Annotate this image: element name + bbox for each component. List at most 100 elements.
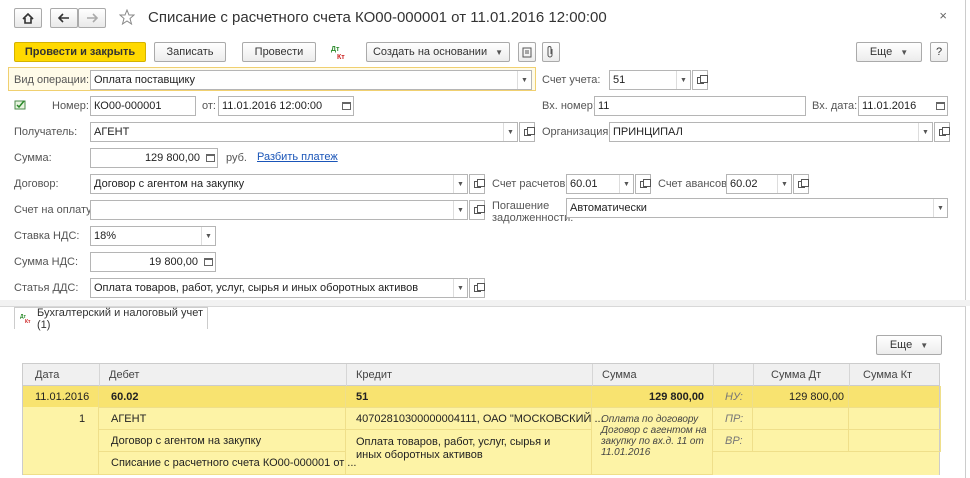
- split-payment-link[interactable]: Разбить платеж: [257, 151, 338, 163]
- account-label: Счет учета:: [542, 74, 601, 86]
- table-header: Дата Дебет Кредит Сумма Сумма Дт Сумма К…: [23, 364, 939, 386]
- operation-select[interactable]: Оплата поставщику ▼: [90, 70, 532, 90]
- dt-kt-report-button[interactable]: Дт Кт: [330, 43, 348, 61]
- contract-value: Договор с агентом на закупку: [94, 178, 245, 190]
- invoice-select[interactable]: ▼: [90, 200, 468, 220]
- tab-accounting[interactable]: Дт Кт Бухгалтерский и налоговый учет (1): [14, 306, 208, 331]
- row-content: Оплата по договору Договор с агентом на …: [601, 414, 707, 458]
- chevron-down-icon: ▼: [918, 123, 932, 141]
- postings-table: Дата Дебет Кредит Сумма Сумма Дт Сумма К…: [22, 363, 941, 475]
- row-credit-subconto-2: Оплата товаров, работ, услуг, сырья и ин…: [356, 436, 551, 461]
- from-label: от:: [202, 100, 216, 112]
- row-date: 11.01.2016: [35, 391, 90, 403]
- open-contract-icon[interactable]: [469, 174, 485, 194]
- open-dds-icon[interactable]: [469, 278, 485, 298]
- print-button[interactable]: [518, 42, 536, 62]
- chevron-down-icon: ▼: [619, 175, 633, 193]
- attach-button[interactable]: [542, 42, 560, 62]
- document-form: Списание с расчетного счета КО00-000001 …: [0, 0, 966, 300]
- row-pr-label: ПР:: [725, 413, 744, 425]
- col-credit: Кредит: [356, 369, 393, 381]
- open-advance-account-icon[interactable]: [793, 174, 809, 194]
- chevron-down-icon: ▼: [900, 47, 909, 57]
- chevron-down-icon: ▼: [517, 71, 531, 89]
- calendar-icon[interactable]: [339, 97, 353, 115]
- vat-sum-value: 19 800,00: [149, 256, 198, 268]
- repay-select[interactable]: Автоматически ▼: [566, 198, 948, 218]
- col-sum: Сумма: [602, 369, 637, 381]
- row-sum: 129 800,00: [649, 391, 705, 403]
- forward-button[interactable]: [78, 8, 106, 28]
- settle-account-select[interactable]: 60.01 ▼: [566, 174, 634, 194]
- create-based-on-button[interactable]: Создать на основании ▼: [366, 42, 510, 62]
- calculator-icon[interactable]: [201, 253, 215, 271]
- paperclip-icon: [547, 46, 553, 58]
- help-button[interactable]: ?: [930, 42, 948, 62]
- save-button[interactable]: Записать: [154, 42, 226, 62]
- in-number-label: Вх. номер:: [542, 100, 596, 112]
- open-invoice-icon[interactable]: [469, 200, 485, 220]
- chevron-down-icon: ▼: [777, 175, 791, 193]
- favorite-button[interactable]: [118, 8, 136, 28]
- repay-label-line1: Погашение: [492, 200, 550, 212]
- number-value: КО00-000001: [94, 100, 162, 112]
- open-organization-icon[interactable]: [934, 122, 950, 142]
- advance-account-value: 60.02: [730, 178, 758, 190]
- posted-status-icon: [14, 99, 28, 114]
- col-date: Дата: [35, 369, 60, 381]
- col-debit: Дебет: [109, 369, 140, 381]
- vat-sum-input[interactable]: 19 800,00: [90, 252, 216, 272]
- operation-value: Оплата поставщику: [94, 74, 195, 86]
- chevron-down-icon: ▼: [503, 123, 517, 141]
- home-button[interactable]: [14, 8, 42, 28]
- open-settle-account-icon[interactable]: [635, 174, 651, 194]
- number-input[interactable]: КО00-000001: [90, 96, 196, 116]
- settle-account-label: Счет расчетов:: [492, 178, 569, 190]
- document-icon: [522, 47, 532, 57]
- chevron-down-icon: ▼: [453, 201, 467, 219]
- close-icon[interactable]: ×: [939, 8, 947, 23]
- open-account-icon[interactable]: [692, 70, 708, 90]
- calculator-icon[interactable]: [203, 149, 217, 167]
- post-button[interactable]: Провести: [242, 42, 316, 62]
- vat-rate-label: Ставка НДС:: [14, 230, 80, 242]
- tab-accounting-label: Бухгалтерский и налоговый учет (1): [37, 306, 204, 331]
- row-sum-dt: 129 800,00: [789, 391, 845, 403]
- row-debit-subconto-3: Списание с расчетного счета КО00-000001 …: [111, 457, 357, 469]
- date-input[interactable]: 11.01.2016 12:00:00: [218, 96, 354, 116]
- table-more-button[interactable]: Еще ▼: [876, 335, 942, 355]
- in-number-input[interactable]: 11: [594, 96, 806, 116]
- currency-label: руб.: [226, 152, 247, 164]
- vat-sum-label: Сумма НДС:: [14, 256, 79, 268]
- organization-select[interactable]: ПРИНЦИПАЛ ▼: [609, 122, 933, 142]
- more-button[interactable]: Еще ▼: [856, 42, 922, 62]
- contract-label: Договор:: [14, 178, 59, 190]
- sum-label: Сумма:: [14, 152, 52, 164]
- table-row[interactable]: 11.01.2016 1 60.02 АГЕНТ Договор с агент…: [23, 386, 941, 475]
- sum-value: 129 800,00: [144, 152, 200, 164]
- chevron-down-icon: ▼: [201, 227, 215, 245]
- organization-label: Организация:: [542, 126, 612, 138]
- advance-account-select[interactable]: 60.02 ▼: [726, 174, 792, 194]
- svg-text:Дт: Дт: [331, 46, 340, 53]
- post-and-close-button[interactable]: Провести и закрыть: [14, 42, 146, 62]
- chevron-down-icon: ▼: [453, 279, 467, 297]
- vat-rate-select[interactable]: 18% ▼: [90, 226, 216, 246]
- row-nu-label: НУ:: [725, 391, 743, 403]
- sum-input[interactable]: 129 800,00: [90, 148, 218, 168]
- advance-account-label: Счет авансов:: [658, 178, 731, 190]
- dds-select[interactable]: Оплата товаров, работ, услуг, сырья и ин…: [90, 278, 468, 298]
- contract-select[interactable]: Договор с агентом на закупку ▼: [90, 174, 468, 194]
- calendar-icon[interactable]: [933, 97, 947, 115]
- recipient-select[interactable]: АГЕНТ ▼: [90, 122, 518, 142]
- back-button[interactable]: [50, 8, 78, 28]
- row-debit-subconto-1: АГЕНТ: [111, 413, 147, 425]
- in-date-input[interactable]: 11.01.2016: [858, 96, 948, 116]
- page-title: Списание с расчетного счета КО00-000001 …: [148, 9, 607, 26]
- open-recipient-icon[interactable]: [519, 122, 535, 142]
- chevron-down-icon: ▼: [933, 199, 947, 217]
- dds-label: Статья ДДС:: [14, 282, 79, 294]
- arrow-left-icon: [58, 13, 69, 23]
- date-value: 11.01.2016 12:00:00: [222, 100, 323, 112]
- account-select[interactable]: 51 ▼: [609, 70, 691, 90]
